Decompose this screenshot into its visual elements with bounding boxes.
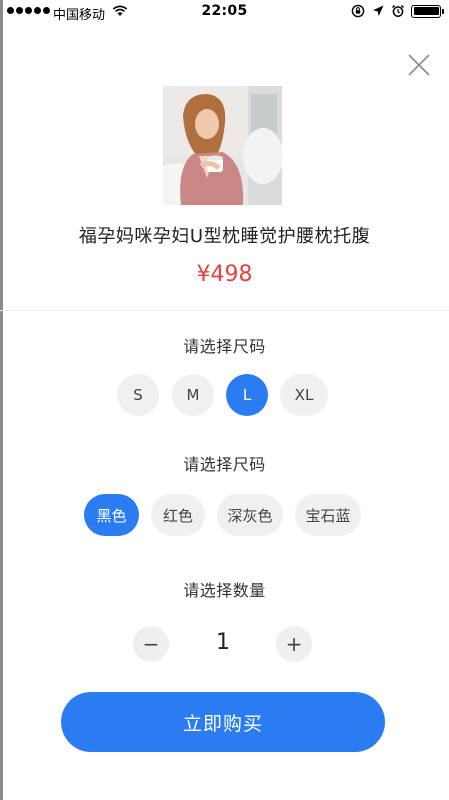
- size-section-label: 请选择尺码: [183, 337, 266, 356]
- battery-icon: [411, 4, 444, 18]
- buy-now-button[interactable]: 立即购买: [61, 692, 385, 752]
- alarm-icon: [391, 5, 405, 17]
- color-option-red[interactable]: 红色: [151, 494, 205, 536]
- color-section-label: 请选择尺码: [183, 455, 266, 474]
- status-bar: 中国移动 22:05: [0, 0, 449, 24]
- close-icon[interactable]: [406, 52, 432, 78]
- product-title: 福孕妈咪孕妇U型枕睡觉护腰枕托腹: [78, 226, 371, 247]
- rotation-lock-icon: [351, 4, 365, 18]
- quantity-increase-button[interactable]: +: [276, 626, 312, 662]
- color-option-dark-gray[interactable]: 深灰色: [217, 494, 283, 536]
- size-option-xl[interactable]: XL: [280, 374, 328, 416]
- quantity-decrease-button[interactable]: −: [133, 626, 169, 662]
- quantity-section-label: 请选择数量: [183, 581, 266, 600]
- product-image: [163, 86, 282, 205]
- color-option-black[interactable]: 黑色: [84, 494, 139, 536]
- quantity-value: 1: [216, 630, 230, 655]
- location-arrow-icon: [373, 5, 384, 16]
- divider: [0, 310, 449, 311]
- left-edge: [0, 0, 3, 800]
- product-price: ¥498: [196, 262, 253, 287]
- color-option-sapphire-blue[interactable]: 宝石蓝: [295, 494, 361, 536]
- size-option-s[interactable]: S: [117, 374, 159, 416]
- size-option-l[interactable]: L: [226, 374, 268, 416]
- size-option-m[interactable]: M: [172, 374, 214, 416]
